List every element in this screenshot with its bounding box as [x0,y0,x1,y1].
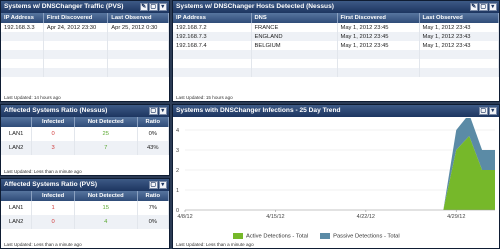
x-tick-label: 4/8/12 [177,214,192,218]
panel-header: Systems w/ DNSChanger Traffic (PVS) ✎ ▢ … [1,1,169,13]
table-row[interactable]: LAN2 3 7 43% [1,141,169,155]
series-active-area [185,136,495,210]
x-tick-label: 4/15/12 [266,214,284,218]
table-row[interactable]: LAN2 0 4 0% [1,215,169,229]
ratio-nessus-panel: Affected Systems Ratio (Nessus) ▢ ▾ Infe… [0,104,170,176]
col-ratio: Ratio [137,117,169,127]
col-last[interactable]: Last Observed [107,13,169,23]
table-row[interactable]: 192.168.7.3 ENGLAND May 1, 2012 23:45 Ma… [173,32,499,41]
maximize-icon[interactable]: ▢ [149,106,158,115]
pvs-table: IP Address First Discovered Last Observe… [1,13,169,77]
col-ip[interactable]: IP Address [1,13,44,23]
panel-footer: Last Updated: 14 hours ago [4,95,61,100]
panel-title: Affected Systems Ratio (Nessus) [4,107,108,114]
col-ip[interactable]: IP Address [173,13,252,23]
panel-footer: Last Updated: Less than a minute ago [4,169,82,174]
col-dns[interactable]: DNS [251,13,338,23]
col-infected: Infected [31,191,75,201]
ratio-pvs-table: Infected Not Detected Ratio LAN1 1 15 7%… [1,191,169,229]
y-tick-label: 3 [176,148,179,154]
table-row[interactable]: 192.168.7.4 BELGIUM May 1, 2012 23:45 Ma… [173,41,499,50]
maximize-icon[interactable]: ▢ [149,2,158,11]
edit-icon[interactable]: ✎ [139,2,148,11]
col-not-detected: Not Detected [74,191,138,201]
legend-item-passive[interactable]: Passive Detections - Total [320,233,400,240]
panel-title: Systems w/ DNSChanger Hosts Detected (Ne… [176,3,334,10]
panel-title: Affected Systems Ratio (PVS) [4,181,98,188]
col-first[interactable]: First Discovered [43,13,109,23]
trend-chart: 012344/8/12 4/15/12 4/22/12 4/29/12 [176,118,495,218]
panel-footer: Last Updated: 15 hours ago [176,95,233,100]
col-first[interactable]: First Discovered [337,13,420,23]
ratio-nessus-table: Infected Not Detected Ratio LAN1 0 25 0%… [1,117,169,155]
edit-icon[interactable]: ✎ [469,2,478,11]
chevron-down-icon[interactable]: ▾ [158,180,167,189]
maximize-icon[interactable]: ▢ [479,106,488,115]
col-ratio: Ratio [137,191,169,201]
panel-footer: Last Updated: Less than a minute ago [4,242,82,247]
panel-header: Affected Systems Ratio (PVS) ▢ ▾ [1,179,169,191]
pvs-traffic-panel: Systems w/ DNSChanger Traffic (PVS) ✎ ▢ … [0,0,170,102]
nessus-table: IP Address DNS First Discovered Last Obs… [173,13,499,77]
y-tick-label: 2 [176,168,179,174]
x-tick-label: 4/29/12 [447,214,465,218]
legend-item-active[interactable]: Active Detections - Total [233,233,308,240]
panel-title: Systems with DNSChanger Infections - 25 … [176,107,341,114]
col-last[interactable]: Last Observed [419,13,499,23]
maximize-icon[interactable]: ▢ [149,180,158,189]
trend-panel: Systems with DNSChanger Infections - 25 … [172,104,500,249]
y-tick-label: 4 [176,128,179,134]
nessus-hosts-panel: Systems w/ DNSChanger Hosts Detected (Ne… [172,0,500,102]
x-tick-label: 4/22/12 [357,214,375,218]
ratio-pvs-panel: Affected Systems Ratio (PVS) ▢ ▾ Infecte… [0,178,170,249]
panel-header: Affected Systems Ratio (Nessus) ▢ ▾ [1,105,169,117]
table-row[interactable]: LAN1 0 25 0% [1,127,169,141]
table-row[interactable]: LAN1 1 15 7% [1,201,169,215]
col-not-detected: Not Detected [74,117,138,127]
chevron-down-icon[interactable]: ▾ [488,2,497,11]
chevron-down-icon[interactable]: ▾ [158,106,167,115]
y-tick-label: 1 [176,188,179,194]
dashboard: Systems w/ DNSChanger Traffic (PVS) ✎ ▢ … [0,0,500,249]
panel-footer: Last Updated: Less than a minute ago [176,242,254,247]
panel-header: Systems with DNSChanger Infections - 25 … [173,105,499,117]
table-row[interactable]: 192.168.7.2 FRANCE May 1, 2012 23:45 May… [173,23,499,32]
chart-legend: Active Detections - Total Passive Detect… [233,233,400,240]
chevron-down-icon[interactable]: ▾ [488,106,497,115]
chevron-down-icon[interactable]: ▾ [158,2,167,11]
panel-title: Systems w/ DNSChanger Traffic (PVS) [4,3,124,10]
table-row[interactable]: 192.168.3.3 Apr 24, 2012 23:30 Apr 25, 2… [1,23,169,32]
col-infected: Infected [31,117,75,127]
panel-header: Systems w/ DNSChanger Hosts Detected (Ne… [173,1,499,13]
maximize-icon[interactable]: ▢ [479,2,488,11]
